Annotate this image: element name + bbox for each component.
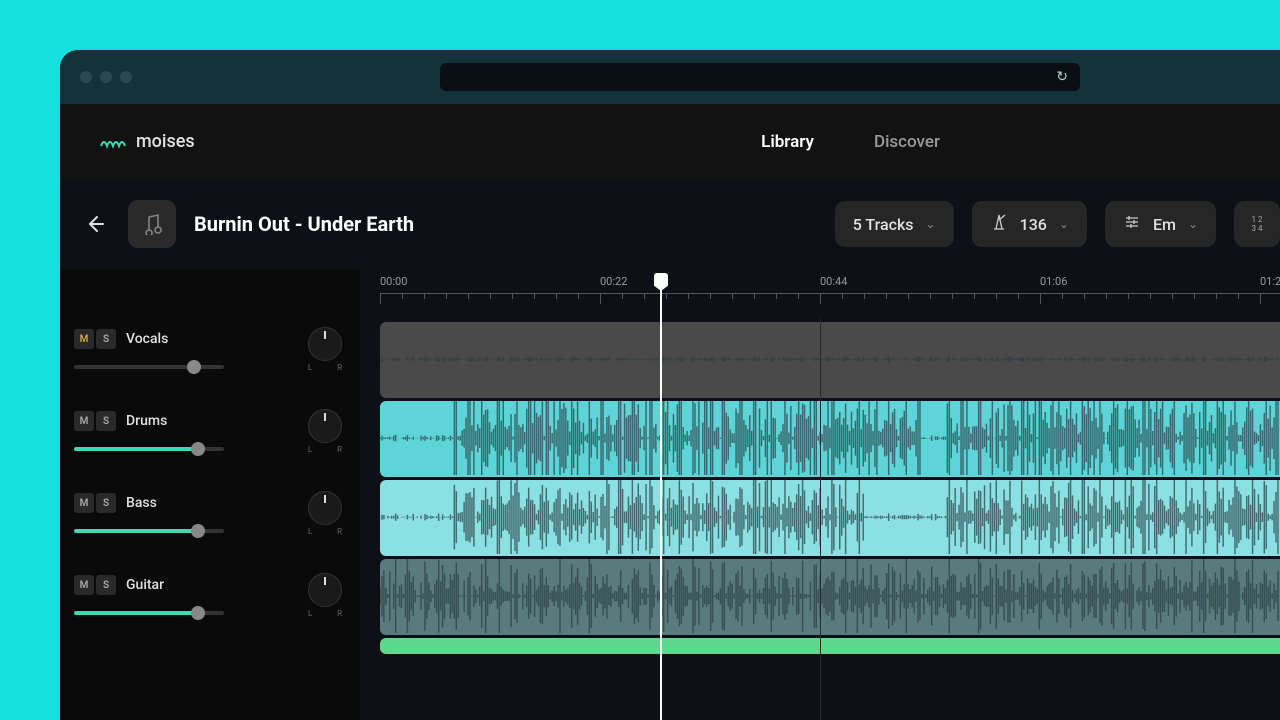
grid-view-button[interactable]: 1 2 3 4: [1234, 201, 1280, 247]
volume-slider[interactable]: [74, 447, 224, 451]
solo-button[interactable]: S: [96, 411, 116, 431]
mute-button[interactable]: M: [74, 575, 94, 595]
logo-icon: [100, 134, 126, 150]
tracks-dropdown[interactable]: 5 Tracks ⌄: [835, 201, 954, 247]
waveform-drums[interactable]: [380, 401, 1280, 477]
timeline[interactable]: 00:00 00:22 00:44 01:06 01:28: [360, 269, 1280, 720]
track-sidebar: M S Vocals LR M S Drums: [60, 269, 360, 720]
back-button[interactable]: [80, 209, 110, 239]
waveform-guitar[interactable]: [380, 559, 1280, 635]
ruler[interactable]: 00:00 00:22 00:44 01:06 01:28: [360, 269, 1280, 319]
track-name: Guitar: [126, 577, 164, 593]
nav-library[interactable]: Library: [761, 132, 814, 152]
logo[interactable]: moises: [100, 131, 195, 152]
titlebar: ↻: [60, 50, 1280, 104]
track-control-bass: M S Bass LR: [60, 483, 360, 565]
volume-slider[interactable]: [74, 529, 224, 533]
pan-knob[interactable]: [308, 491, 342, 525]
time-label: 00:00: [380, 275, 407, 288]
metronome-icon: [990, 213, 1008, 235]
app-window: ↻ moises Library Discover Burnin Out - U…: [60, 50, 1280, 720]
solo-button[interactable]: S: [96, 329, 116, 349]
reload-icon[interactable]: ↻: [1056, 69, 1068, 85]
pan-knob[interactable]: [308, 327, 342, 361]
top-nav: moises Library Discover: [60, 104, 1280, 179]
track-control-vocals: M S Vocals LR: [60, 319, 360, 401]
waveform-vocals[interactable]: [380, 322, 1280, 398]
song-title: Burnin Out - Under Earth: [194, 212, 414, 236]
chevron-down-icon: ⌄: [1188, 217, 1198, 231]
solo-button[interactable]: S: [96, 575, 116, 595]
track-name: Bass: [126, 495, 157, 511]
solo-button[interactable]: S: [96, 493, 116, 513]
mute-button[interactable]: M: [74, 493, 94, 513]
key-dropdown[interactable]: Em ⌄: [1105, 201, 1216, 247]
sliders-icon: [1123, 213, 1141, 235]
key-value: Em: [1153, 215, 1176, 234]
window-minimize-button[interactable]: [100, 71, 112, 83]
waveform-extra[interactable]: [380, 638, 1280, 654]
track-control-drums: M S Drums LR: [60, 401, 360, 483]
time-label: 01:28: [1260, 275, 1280, 288]
pan-knob[interactable]: [308, 409, 342, 443]
chevron-down-icon: ⌄: [1059, 217, 1069, 231]
bpm-value: 136: [1020, 215, 1047, 234]
time-label: 00:22: [600, 275, 627, 288]
tracks-label: 5 Tracks: [853, 215, 914, 234]
track-name: Vocals: [126, 331, 168, 347]
logo-text: moises: [136, 131, 195, 152]
window-close-button[interactable]: [80, 71, 92, 83]
volume-slider[interactable]: [74, 365, 224, 369]
ruler-ticks: [380, 293, 1280, 305]
time-label: 00:44: [820, 275, 847, 288]
mute-button[interactable]: M: [74, 411, 94, 431]
editor: M S Vocals LR M S Drums: [60, 269, 1280, 720]
time-label: 01:06: [1040, 275, 1067, 288]
song-bar: Burnin Out - Under Earth 5 Tracks ⌄ 136 …: [60, 179, 1280, 269]
volume-slider[interactable]: [74, 611, 224, 615]
window-maximize-button[interactable]: [120, 71, 132, 83]
playhead[interactable]: [660, 273, 662, 720]
pan-knob[interactable]: [308, 573, 342, 607]
track-control-guitar: M S Guitar LR: [60, 565, 360, 647]
track-name: Drums: [126, 413, 167, 429]
waveform-bass[interactable]: [380, 480, 1280, 556]
nav-links: Library Discover: [761, 132, 940, 152]
url-bar[interactable]: ↻: [440, 63, 1080, 91]
nav-discover[interactable]: Discover: [874, 132, 940, 152]
chevron-down-icon: ⌄: [926, 217, 936, 231]
mute-button[interactable]: M: [74, 329, 94, 349]
timeline-separator: [820, 319, 821, 720]
bpm-dropdown[interactable]: 136 ⌄: [972, 201, 1087, 247]
song-icon: [128, 200, 176, 248]
